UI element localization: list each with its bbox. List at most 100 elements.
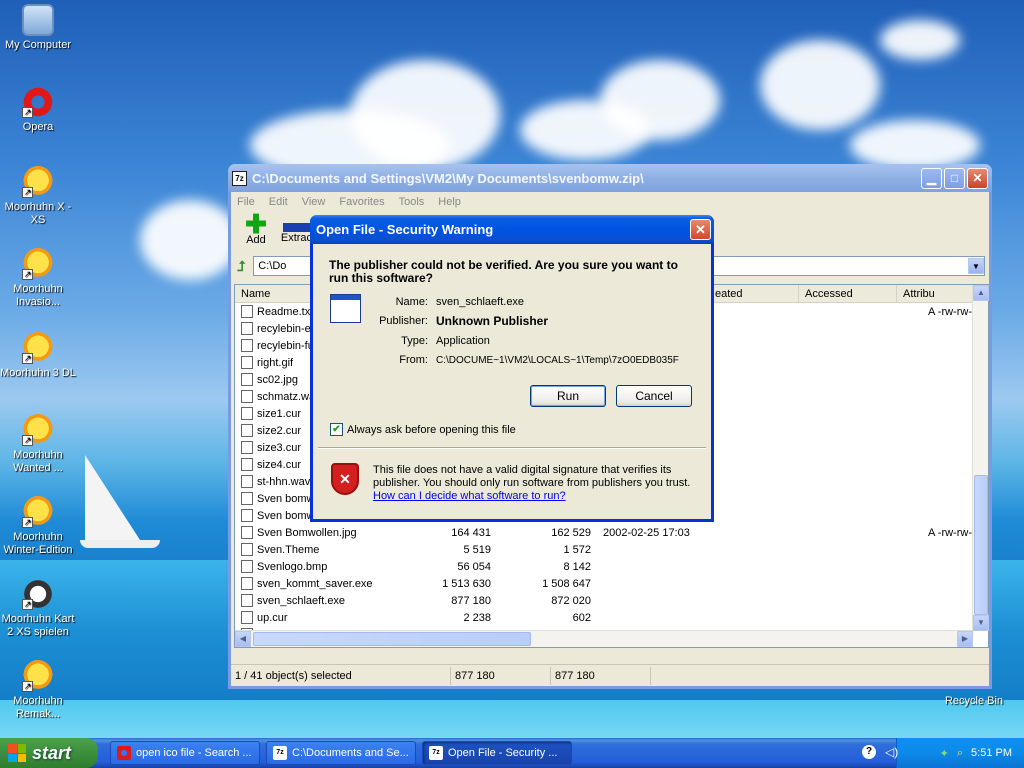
cancel-button[interactable]: Cancel — [616, 385, 692, 407]
column-accessed[interactable]: Accessed — [799, 285, 897, 302]
file-name: right.gif — [257, 356, 294, 369]
file-icon — [241, 594, 253, 607]
chevron-down-icon[interactable]: ▼ — [968, 258, 984, 274]
task-7zip[interactable]: 7z C:\Documents and Se... — [266, 741, 416, 765]
desktop-icon-moorhuhn-x[interactable]: ↗ Moorhuhn X - XS — [0, 166, 76, 227]
desktop-icon-moorhuhn-3[interactable]: ↗ Moorhuhn 3 DL — [0, 332, 76, 380]
desktop-icon-opera[interactable]: ↗ Opera — [0, 86, 76, 134]
file-name: sven_schlaeft.exe — [257, 594, 346, 607]
file-name: Sven Bomwollen.jpg — [257, 526, 357, 539]
add-button[interactable]: ✚ Add — [235, 209, 277, 254]
help-icon[interactable]: ? — [862, 745, 876, 759]
scroll-right-icon[interactable]: ▶ — [957, 631, 973, 647]
table-row[interactable]: sven_kommt_saver.exe 1 513 630 1 508 647 — [235, 575, 988, 592]
status-packed: 877 180 — [551, 666, 651, 685]
file-size: 877 180 — [451, 594, 491, 607]
plus-icon: ✚ — [245, 209, 267, 239]
close-button[interactable]: ✕ — [967, 167, 988, 189]
desktop-icon-moorhuhn-remake[interactable]: ↗ Moorhuhn Remak... — [0, 660, 76, 721]
table-row[interactable]: Sven.Theme 5 519 1 572 — [235, 541, 988, 558]
search-icon[interactable]: ⌕ — [957, 747, 963, 760]
always-ask-checkbox[interactable]: ✔ Always ask before opening this file — [330, 423, 516, 436]
opera-icon — [117, 746, 131, 760]
maximize-button[interactable]: □ — [944, 167, 965, 189]
up-folder-icon[interactable]: ⮥ — [237, 258, 245, 275]
desktop-icon-moorhuhn-kart[interactable]: ↗ Moorhuhn Kart 2 XS spielen — [0, 578, 76, 639]
warning-shield-icon: ✕ — [331, 463, 359, 495]
sailboat — [85, 455, 140, 540]
table-row[interactable]: Svenlogo.bmp 56 054 8 142 — [235, 558, 988, 575]
file-icon — [241, 526, 253, 539]
dialog-close-button[interactable]: ✕ — [690, 219, 711, 240]
file-icon — [241, 322, 253, 335]
file-icon — [241, 509, 253, 522]
file-size: 2 238 — [463, 611, 491, 624]
menu-tools[interactable]: Tools — [399, 196, 425, 208]
horizontal-scrollbar[interactable]: ◀ ▶ — [235, 630, 973, 647]
chicken-icon: ↗ — [22, 166, 54, 198]
file-name: size3.cur — [257, 441, 302, 454]
scroll-thumb[interactable] — [974, 475, 988, 615]
column-created[interactable]: eated — [709, 285, 799, 302]
opera-icon: ↗ — [22, 86, 54, 118]
table-row[interactable]: Sven Bomwollen.jpg 164 431 162 529 2002-02-… — [235, 524, 988, 541]
from-value: C:\DOCUME~1\VM2\LOCALS~1\Temp\7zO0EDB035… — [436, 354, 679, 366]
desktop-icon-moorhuhn-wanted[interactable]: ↗ Moorhuhn Wanted ... — [0, 414, 76, 475]
file-name: size2.cur — [257, 424, 302, 437]
status-selection: 1 / 41 object(s) selected — [231, 666, 451, 685]
file-name: st-hhn.wav — [257, 475, 311, 488]
clock[interactable]: 5:51 PM — [971, 747, 1012, 759]
file-name: size1.cur — [257, 407, 302, 420]
desktop-icon-recycle-bin[interactable]: Recycle Bin — [936, 695, 1012, 708]
vertical-scrollbar[interactable]: ▲ ▼ — [972, 285, 989, 631]
table-row[interactable]: sven_schlaeft.exe 877 180 872 020 — [235, 592, 988, 609]
chicken-icon: ↗ — [22, 414, 54, 446]
menu-file[interactable]: File — [237, 196, 255, 208]
speaker-icon[interactable]: ◁) — [885, 745, 898, 759]
chicken-icon: ↗ — [22, 332, 54, 364]
scroll-up-icon[interactable]: ▲ — [973, 285, 989, 301]
scroll-left-icon[interactable]: ◀ — [235, 631, 251, 647]
status-size: 877 180 — [451, 666, 551, 685]
signature-warning: This file does not have a valid digital … — [373, 464, 691, 502]
dialog-title: Open File - Security Warning — [316, 222, 494, 237]
help-link[interactable]: How can I decide what software to run? — [373, 490, 566, 502]
chicken-icon: ↗ — [22, 248, 54, 280]
file-icon — [241, 611, 253, 624]
system-tray: ✦ ⌕ 5:51 PM — [896, 738, 1024, 768]
run-button[interactable]: Run — [530, 385, 606, 407]
file-name-value: sven_schlaeft.exe — [436, 295, 525, 308]
scroll-down-icon[interactable]: ▼ — [973, 615, 989, 631]
window-title: C:\Documents and Settings\VM2\My Documen… — [252, 170, 644, 186]
file-packed: 8 142 — [563, 560, 591, 573]
file-icon — [241, 407, 253, 420]
start-button[interactable]: start — [0, 738, 98, 768]
desktop-icon-moorhuhn-winter[interactable]: ↗ Moorhuhn Winter-Edition — [0, 496, 76, 557]
desktop-icon-moorhuhn-invasion[interactable]: ↗ Moorhuhn Invasio... — [0, 248, 76, 309]
7zip-icon: 7z — [273, 746, 287, 760]
h-scroll-thumb[interactable] — [253, 632, 531, 646]
publisher-value: Unknown Publisher — [436, 314, 549, 329]
file-size: 5 519 — [463, 543, 491, 556]
file-name: Svenlogo.bmp — [257, 560, 328, 573]
desktop-icon-my-computer[interactable]: My Computer — [0, 4, 76, 52]
file-name: size4.cur — [257, 458, 302, 471]
task-opera[interactable]: open ico file - Search ... — [110, 741, 260, 765]
window-titlebar[interactable]: 7z C:\Documents and Settings\VM2\My Docu… — [228, 164, 992, 192]
menu-favorites[interactable]: Favorites — [339, 196, 384, 208]
file-icon — [241, 305, 253, 318]
minimize-button[interactable]: ▁ — [921, 167, 942, 189]
chicken-icon: ↗ — [22, 660, 54, 692]
application-icon — [330, 294, 361, 323]
file-packed: 1 508 647 — [542, 577, 591, 590]
table-row[interactable]: up.cur 2 238 602 — [235, 609, 988, 626]
menu-help[interactable]: Help — [438, 196, 461, 208]
network-icon[interactable]: ✦ — [940, 747, 949, 760]
task-security-warning[interactable]: 7z Open File - Security ... — [422, 741, 572, 765]
file-size: 1 513 630 — [442, 577, 491, 590]
file-modified: 2002-02-25 17:03 — [603, 526, 690, 539]
dialog-titlebar[interactable]: Open File - Security Warning ✕ — [310, 215, 714, 244]
publisher-question: The publisher could not be verified. Are… — [329, 258, 678, 285]
file-size: 164 431 — [451, 526, 491, 539]
checkmark-icon[interactable]: ✔ — [330, 423, 343, 436]
